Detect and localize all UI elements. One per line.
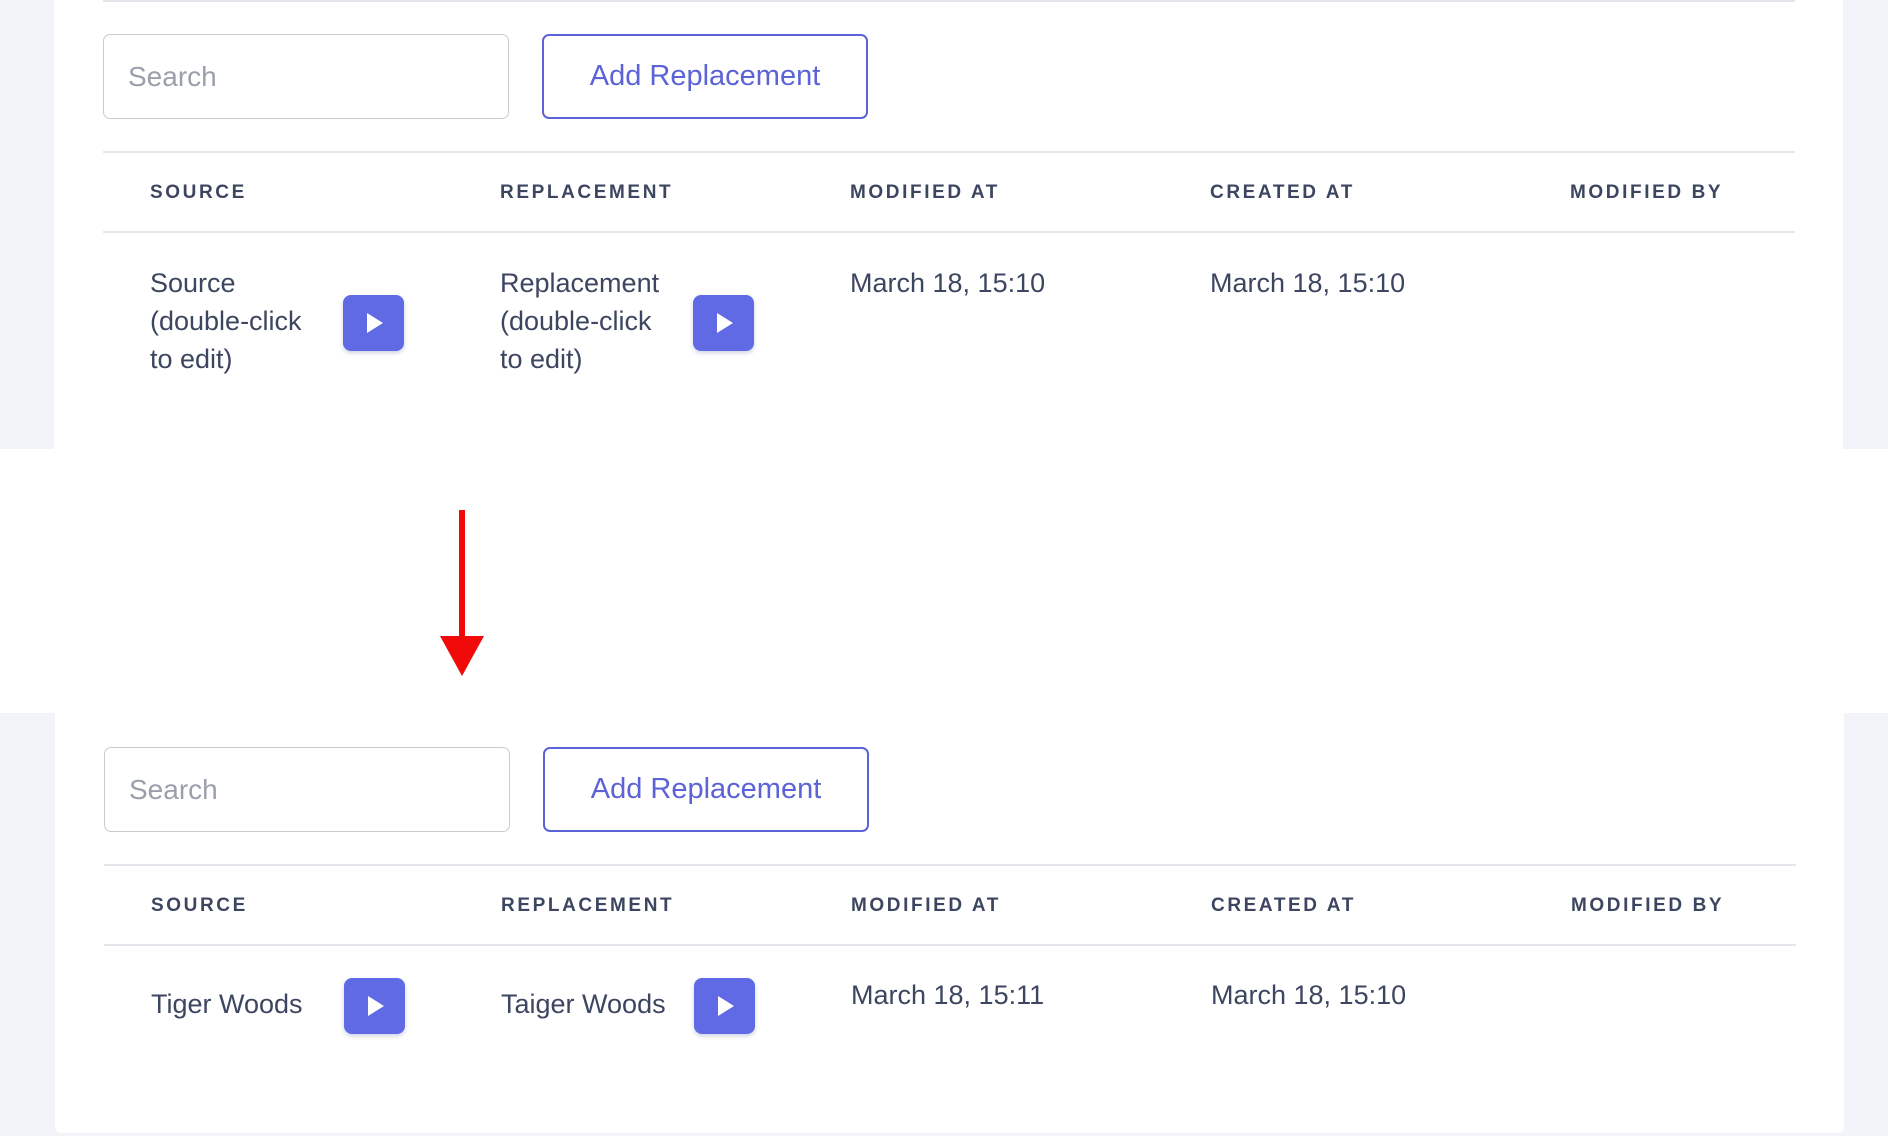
replacements-panel-after: Add Replacement SOURCE REPLACEMENT MODIF… — [55, 713, 1844, 1133]
divider — [103, 0, 1795, 2]
modified-at-cell: March 18, 15:11 — [851, 980, 1045, 1010]
column-header-modified-by: MODIFIED BY — [1571, 895, 1725, 916]
down-arrow — [440, 510, 484, 676]
play-icon — [717, 313, 733, 333]
add-replacement-button[interactable]: Add Replacement — [543, 747, 869, 832]
column-header-source: SOURCE — [150, 182, 247, 203]
column-header-replacement: REPLACEMENT — [500, 182, 674, 203]
play-replacement-button[interactable] — [694, 978, 755, 1034]
play-replacement-button[interactable] — [693, 295, 754, 351]
column-header-created-at: CREATED AT — [1210, 182, 1355, 203]
replacements-panel-before: Add Replacement SOURCE REPLACEMENT MODIF… — [54, 0, 1843, 449]
play-source-button[interactable] — [344, 978, 405, 1034]
play-icon — [718, 996, 734, 1016]
column-header-modified-at: MODIFIED AT — [851, 895, 1001, 916]
table-divider — [103, 231, 1795, 233]
created-at-cell: March 18, 15:10 — [1211, 980, 1407, 1010]
column-header-replacement: REPLACEMENT — [501, 895, 675, 916]
play-icon — [367, 313, 383, 333]
replacement-cell[interactable]: Replacement (double-click to edit) — [500, 264, 675, 378]
play-icon — [368, 996, 384, 1016]
column-header-source: SOURCE — [151, 895, 248, 916]
replacement-cell[interactable]: Taiger Woods — [501, 985, 666, 1023]
source-cell[interactable]: Source (double-click to edit) — [150, 264, 325, 378]
created-at-cell: March 18, 15:10 — [1210, 268, 1406, 298]
column-header-modified-by: MODIFIED BY — [1570, 182, 1724, 203]
table-divider — [104, 944, 1796, 946]
add-replacement-button[interactable]: Add Replacement — [542, 34, 868, 119]
column-header-modified-at: MODIFIED AT — [850, 182, 1000, 203]
search-input[interactable] — [104, 747, 510, 832]
source-cell[interactable]: Tiger Woods — [151, 985, 303, 1023]
search-input[interactable] — [103, 34, 509, 119]
table-divider — [104, 864, 1796, 866]
column-header-created-at: CREATED AT — [1211, 895, 1356, 916]
modified-at-cell: March 18, 15:10 — [850, 268, 1046, 298]
play-source-button[interactable] — [343, 295, 404, 351]
table-divider — [103, 151, 1795, 153]
